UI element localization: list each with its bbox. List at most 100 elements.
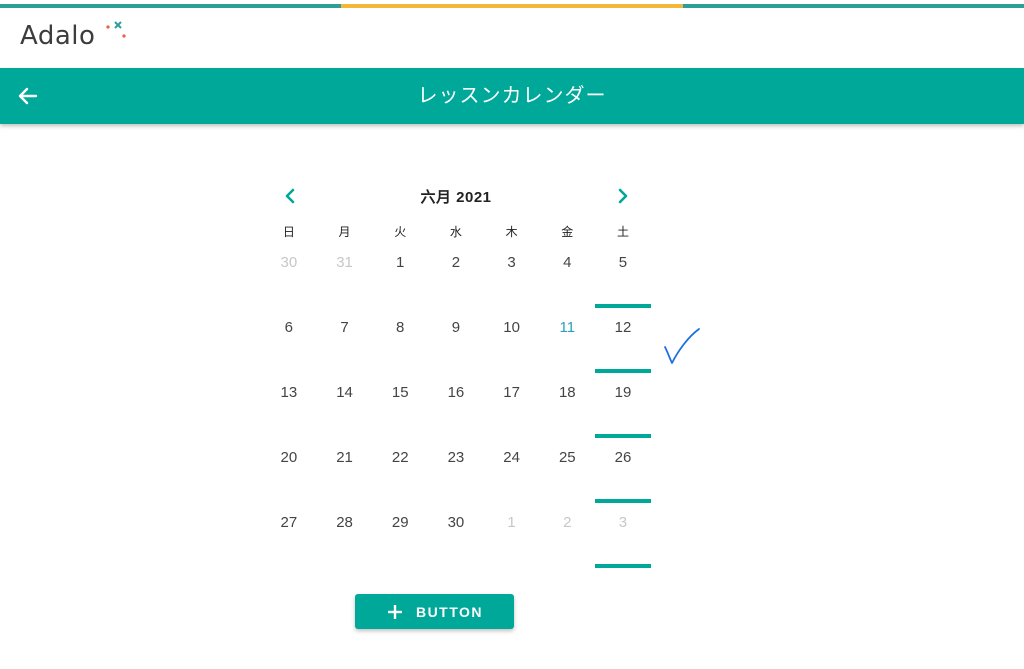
calendar-day[interactable]: 7 [317, 310, 373, 375]
page-title: レッスンカレンダー [417, 85, 607, 107]
calendar-day[interactable]: 31 [317, 245, 373, 310]
day-number: 16 [447, 384, 465, 401]
calendar-day[interactable]: 30 [428, 505, 484, 570]
day-number: 24 [503, 449, 520, 466]
weekday-label: 水 [449, 225, 462, 239]
day-number: 12 [614, 319, 632, 336]
calendar-day[interactable]: 23 [428, 440, 484, 505]
calendar-day[interactable]: 29 [372, 505, 428, 570]
brand-bar: Adalo [0, 8, 1024, 68]
logo-sparkle-icon [106, 21, 126, 38]
calendar-day[interactable]: 26 [595, 440, 651, 505]
day-number: 1 [396, 254, 405, 271]
month-label: 六月 2021 [420, 189, 492, 206]
calendar-day[interactable]: 8 [372, 310, 428, 375]
calendar-day[interactable]: 27 [261, 505, 317, 570]
day-number: 7 [340, 319, 349, 336]
day-number: 3 [507, 254, 516, 271]
calendar-day[interactable]: 24 [484, 440, 540, 505]
weekday-label: 月 [338, 225, 351, 239]
day-number: 19 [614, 384, 632, 401]
calendar-day[interactable]: 30 [261, 245, 317, 310]
calendar-day[interactable]: 10 [484, 310, 540, 375]
calendar-day[interactable]: 15 [372, 375, 428, 440]
day-number: 3 [618, 514, 628, 531]
calendar-day[interactable]: 5 [595, 245, 651, 310]
calendar-day[interactable]: 21 [317, 440, 373, 505]
calendar-day[interactable]: 6 [261, 310, 317, 375]
calendar-day[interactable]: 3 [484, 245, 540, 310]
calendar-day[interactable]: 2 [428, 245, 484, 310]
logo-text: Adalo [20, 21, 96, 51]
day-number: 20 [280, 449, 298, 466]
event-indicator [595, 434, 651, 438]
day-number: 6 [284, 319, 294, 336]
calendar-week-row: 20 21 22 23 24 25 26 [261, 440, 651, 505]
calendar-week-row: 27 28 29 30 1 2 3 [261, 505, 651, 570]
day-number: 30 [447, 514, 465, 531]
handwritten-checkmark-icon [664, 328, 700, 364]
day-number: 9 [451, 319, 461, 336]
adalo-logo: Adalo [20, 20, 126, 52]
weekday-header-row: 日月火水木金土 [261, 223, 651, 245]
event-indicator [595, 499, 651, 503]
day-number: 11 [559, 319, 576, 336]
calendar-day[interactable]: 19 [595, 375, 651, 440]
add-button-label: BUTTON [415, 603, 484, 620]
event-indicator [595, 564, 651, 568]
day-number: 22 [391, 449, 409, 466]
calendar-day[interactable]: 25 [539, 440, 595, 505]
calendar-week-row: 30 31 1 2 3 4 5 [261, 245, 651, 310]
weekday-label: 金 [561, 225, 574, 239]
chevron-right-icon[interactable] [611, 184, 635, 208]
day-number: 4 [563, 254, 572, 271]
calendar-day[interactable]: 12 [595, 310, 651, 375]
calendar-day[interactable]: 2 [539, 505, 595, 570]
event-indicator [595, 369, 651, 373]
day-number: 17 [503, 384, 520, 401]
add-button[interactable]: BUTTON [355, 594, 514, 629]
day-number: 21 [336, 449, 353, 466]
day-number: 10 [503, 319, 520, 336]
day-number: 15 [391, 384, 409, 401]
calendar-header: 六月 2021 [261, 180, 651, 214]
day-number: 8 [396, 319, 405, 336]
day-number: 1 [507, 514, 516, 531]
calendar-day[interactable]: 14 [317, 375, 373, 440]
calendar-day[interactable]: 18 [539, 375, 595, 440]
day-number: 27 [280, 514, 298, 531]
calendar-day[interactable]: 13 [261, 375, 317, 440]
calendar-day[interactable]: 3 [595, 505, 651, 570]
day-number: 25 [558, 449, 576, 466]
calendar-day[interactable]: 22 [372, 440, 428, 505]
calendar-day[interactable]: 20 [261, 440, 317, 505]
calendar-day[interactable]: 16 [428, 375, 484, 440]
calendar-day[interactable]: 11 [539, 310, 595, 375]
weekday-label: 木 [505, 225, 518, 239]
calendar-day[interactable]: 1 [372, 245, 428, 310]
weekday-label: 土 [616, 225, 629, 239]
day-number: 13 [280, 384, 298, 401]
day-number: 28 [336, 514, 353, 531]
calendar-day[interactable]: 17 [484, 375, 540, 440]
weekday-label: 日 [282, 225, 295, 239]
day-number: 5 [618, 254, 628, 271]
day-number: 29 [391, 514, 409, 531]
lesson-calendar: 六月 2021 日月火水木金土 30 31 1 2 3 4 5 6 7 8 9 10 11 12 13 14 1… [261, 180, 651, 570]
day-number: 18 [558, 384, 576, 401]
calendar-week-row: 13 14 15 16 17 18 19 [261, 375, 651, 440]
calendar-grid: 30 31 1 2 3 4 5 6 7 8 9 10 11 12 13 14 15 16 17 18 19 20 21 22 2… [261, 245, 651, 570]
calendar-day[interactable]: 28 [317, 505, 373, 570]
day-number: 14 [336, 384, 353, 401]
calendar-day[interactable]: 9 [428, 310, 484, 375]
event-indicator [595, 304, 651, 308]
day-number: 26 [614, 449, 632, 466]
app-bar: レッスンカレンダー [0, 68, 1024, 124]
day-number: 30 [280, 254, 298, 271]
calendar-day[interactable]: 1 [484, 505, 540, 570]
day-number: 23 [447, 449, 465, 466]
plus-icon [387, 604, 402, 619]
day-number: 2 [451, 254, 461, 271]
calendar-day[interactable]: 4 [539, 245, 595, 310]
day-number: 2 [563, 514, 572, 531]
